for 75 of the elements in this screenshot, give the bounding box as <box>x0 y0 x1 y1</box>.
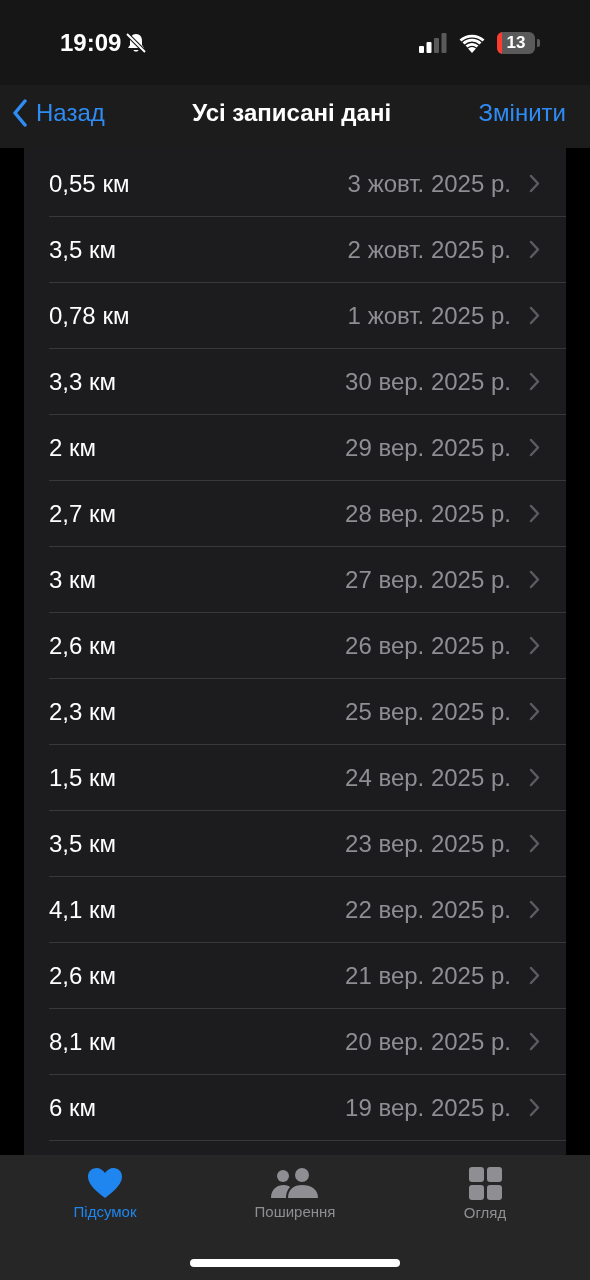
distance-value: 6 км <box>49 1093 97 1122</box>
edit-button[interactable]: Змінити <box>478 98 566 127</box>
record-date: 28 вер. 2025 р. <box>345 499 511 528</box>
record-row[interactable]: 6 км 19 вер. 2025 р. <box>49 1075 566 1141</box>
record-row[interactable]: 2,6 км 21 вер. 2025 р. <box>49 943 566 1009</box>
record-date: 22 вер. 2025 р. <box>345 895 511 924</box>
chevron-icon <box>529 702 540 721</box>
record-row[interactable]: 3,5 км 2 жовт. 2025 р. <box>49 217 566 283</box>
distance-value: 3,5 км <box>49 235 118 264</box>
distance-value: 3,5 км <box>49 829 118 858</box>
record-row[interactable]: 4,1 км 22 вер. 2025 р. <box>49 877 566 943</box>
tab-item[interactable]: Огляд <box>410 1167 560 1221</box>
tab-item[interactable]: Підсумок <box>30 1167 180 1220</box>
record-row[interactable]: 2,7 км 28 вер. 2025 р. <box>49 481 566 547</box>
tab-item[interactable]: Поширення <box>220 1167 370 1220</box>
screen-title: Усі записані дані <box>192 98 392 127</box>
record-row[interactable]: 2 км 29 вер. 2025 р. <box>49 415 566 481</box>
record-date: 1 жовт. 2025 р. <box>347 301 511 330</box>
people-icon <box>271 1167 319 1199</box>
wifi-icon <box>459 32 485 53</box>
record-row[interactable]: 2,3 км 25 вер. 2025 р. <box>49 679 566 745</box>
chevron-icon <box>529 372 540 391</box>
record-row[interactable]: 1,5 км 24 вер. 2025 р. <box>49 745 566 811</box>
distance-value: 2,6 км <box>49 961 118 990</box>
record-date: 21 вер. 2025 р. <box>345 961 511 990</box>
record-row[interactable]: 2,6 км 26 вер. 2025 р. <box>49 613 566 679</box>
distance-value: 0,55 км <box>49 169 131 198</box>
signal-icon <box>419 32 447 53</box>
record-date: 26 вер. 2025 р. <box>345 631 511 660</box>
chevron-icon <box>529 504 540 523</box>
chevron-icon <box>529 966 540 985</box>
distance-value: 8,1 км <box>49 1027 118 1056</box>
chevron-icon <box>529 174 540 193</box>
distance-value: 4,1 км <box>49 895 118 924</box>
distance-value: 3,3 км <box>49 367 118 396</box>
record-date: 24 вер. 2025 р. <box>345 763 511 792</box>
battery-indicator: 13 <box>497 31 540 54</box>
record-row[interactable]: 3,5 км 23 вер. 2025 р. <box>49 811 566 877</box>
distance-value: 1,5 км <box>49 763 118 792</box>
record-date: 20 вер. 2025 р. <box>345 1027 511 1056</box>
record-row[interactable]: 0,78 км 1 жовт. 2025 р. <box>49 283 566 349</box>
record-row[interactable]: 3,3 км 30 вер. 2025 р. <box>49 349 566 415</box>
chevron-icon <box>529 834 540 853</box>
distance-value: 2 км <box>49 433 97 462</box>
record-date: 25 вер. 2025 р. <box>345 697 511 726</box>
chevron-icon <box>529 1098 540 1117</box>
chevron-icon <box>529 636 540 655</box>
status-time: 19:09 <box>60 28 122 57</box>
muted-bell-icon <box>125 31 148 54</box>
chevron-icon <box>529 570 540 589</box>
record-date: 23 вер. 2025 р. <box>345 829 511 858</box>
record-date: 2 жовт. 2025 р. <box>347 235 511 264</box>
heart-icon <box>87 1167 123 1199</box>
record-row[interactable]: 8,1 км 20 вер. 2025 р. <box>49 1009 566 1075</box>
chevron-icon <box>529 438 540 457</box>
distance-value: 0,78 км <box>49 301 131 330</box>
chevron-icon <box>529 1032 540 1051</box>
record-row[interactable]: 0,55 км 3 жовт. 2025 р. <box>49 151 566 217</box>
record-date: 29 вер. 2025 р. <box>345 433 511 462</box>
record-date: 30 вер. 2025 р. <box>345 367 511 396</box>
back-button[interactable]: Назад <box>12 98 105 127</box>
chevron-icon <box>529 768 540 787</box>
record-date: 19 вер. 2025 р. <box>345 1093 511 1122</box>
chevron-icon <box>529 900 540 919</box>
record-date: 3 жовт. 2025 р. <box>347 169 511 198</box>
record-row[interactable]: 3 км 27 вер. 2025 р. <box>49 547 566 613</box>
distance-value: 3 км <box>49 565 97 594</box>
chevron-icon <box>529 306 540 325</box>
back-chevron-icon <box>12 98 28 127</box>
grid-icon <box>468 1167 502 1200</box>
record-date: 27 вер. 2025 р. <box>345 565 511 594</box>
distance-value: 2,6 км <box>49 631 118 660</box>
distance-value: 2,3 км <box>49 697 118 726</box>
distance-value: 2,7 км <box>49 499 118 528</box>
chevron-icon <box>529 240 540 259</box>
